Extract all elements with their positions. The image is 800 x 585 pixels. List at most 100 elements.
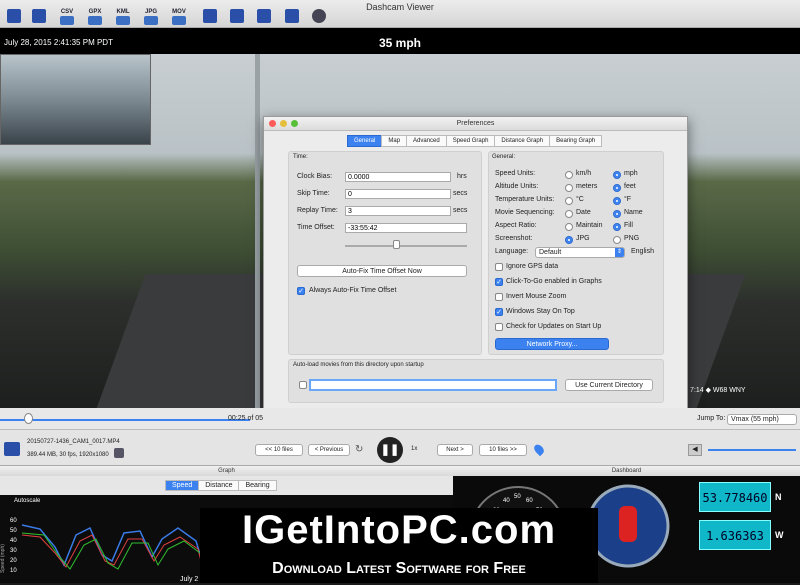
volume-slider[interactable]: [708, 449, 796, 451]
speed-kmh-label: km/h: [576, 170, 592, 177]
replay-icon[interactable]: ↻: [355, 444, 363, 455]
time-offset-field[interactable]: -33:55:42: [345, 223, 467, 233]
tab-bearing-graph[interactable]: Bearing Graph: [549, 135, 603, 147]
export-csv-button[interactable]: CSV: [56, 9, 78, 25]
autoload-checkbox[interactable]: [299, 381, 307, 389]
longitude-direction: W: [775, 530, 784, 540]
download-arrow-icon: [60, 16, 74, 25]
watermark-title: IGetIntoPC.com: [241, 508, 557, 552]
export-gpx-button[interactable]: GPX: [84, 9, 106, 25]
ignore-gps-checkbox[interactable]: [495, 263, 503, 271]
next-10-files-button[interactable]: 10 files >>: [479, 444, 527, 456]
screenshot-label: Screenshot:: [495, 235, 533, 242]
aspect-fill-radio[interactable]: [613, 223, 621, 231]
time-offset-slider-knob[interactable]: [393, 240, 401, 249]
check-updates-checkbox[interactable]: [495, 323, 503, 331]
watermark-subtitle: Download Latest Software for Free: [272, 560, 526, 577]
tab-map[interactable]: Map: [381, 135, 408, 147]
speed-kmh-radio[interactable]: [565, 171, 573, 179]
screenshot-png-label: PNG: [624, 235, 640, 242]
autoscale-label[interactable]: Autoscale: [14, 498, 40, 504]
timeline-knob[interactable]: [24, 413, 33, 424]
fullscreen-button[interactable]: [281, 9, 303, 25]
timeline-scrubber[interactable]: 00:25 of 05 Jump To: Vmax (55 mph): [0, 408, 800, 430]
close-window-icon[interactable]: [269, 120, 276, 127]
aspect-maintain-radio[interactable]: [565, 223, 573, 231]
sequencing-date-radio[interactable]: [565, 210, 573, 218]
pause-button[interactable]: ❚❚: [377, 437, 403, 463]
y-tick-60: 60: [10, 518, 17, 524]
previous-button[interactable]: < Previous: [308, 444, 350, 456]
clock-bias-unit: hrs: [457, 173, 467, 180]
snapshot-button[interactable]: [253, 9, 275, 25]
speed-units-label: Speed Units:: [495, 170, 536, 177]
time-group: Time: Clock Bias: 0.0000 hrs Skip Time: …: [288, 151, 482, 355]
skip-time-field[interactable]: 0: [345, 189, 451, 199]
current-filename: 20150727-1436_CAM1_0017.MP4: [27, 439, 120, 445]
autoload-directory-field[interactable]: [309, 379, 557, 391]
temp-celsius-radio[interactable]: [565, 197, 573, 205]
playback-speed[interactable]: 1x: [411, 446, 417, 452]
graph-tab-speed[interactable]: Speed: [165, 480, 200, 491]
screenshot-png-radio[interactable]: [613, 236, 621, 244]
preferences-title-bar: Preferences: [264, 117, 687, 131]
export-jpg-button[interactable]: JPG: [140, 9, 162, 25]
settings-button[interactable]: [308, 9, 330, 25]
minimize-window-icon[interactable]: [280, 120, 287, 127]
tab-distance-graph[interactable]: Distance Graph: [494, 135, 551, 147]
x-axis-date-label: July 2: [180, 576, 198, 583]
jump-to-label: Jump To:: [697, 415, 726, 422]
graph-tab-bearing[interactable]: Bearing: [238, 480, 277, 491]
autoload-label: Auto-load movies from this directory upo…: [293, 362, 424, 368]
network-proxy-button[interactable]: Network Proxy...: [495, 338, 609, 350]
tab-speed-graph[interactable]: Speed Graph: [445, 135, 496, 147]
open-folder-button[interactable]: [3, 9, 25, 25]
windows-stay-on-top-checkbox[interactable]: ✓: [495, 308, 503, 316]
auto-fix-time-offset-button[interactable]: Auto-Fix Time Offset Now: [297, 265, 467, 277]
next-button[interactable]: Next >: [437, 444, 473, 456]
save-icon[interactable]: [114, 448, 124, 458]
always-auto-fix-checkbox[interactable]: ✓: [297, 287, 305, 295]
general-group: General: Speed Units: km/h mph Altitude …: [488, 151, 664, 355]
replay-time-field[interactable]: 3: [345, 206, 451, 216]
sequencing-name-radio[interactable]: [613, 210, 621, 218]
altitude-feet-radio[interactable]: [613, 184, 621, 192]
volume-icon[interactable]: ◀: [688, 444, 702, 456]
export-kml-button[interactable]: KML: [112, 9, 134, 25]
always-auto-fix-label: Always Auto-Fix Time Offset: [309, 287, 397, 294]
trim-button[interactable]: [199, 9, 221, 25]
temp-celsius-label: °C: [576, 196, 584, 203]
invert-mouse-zoom-checkbox[interactable]: [495, 293, 503, 301]
time-section-label: Time:: [293, 154, 308, 160]
open-files-button[interactable]: [28, 9, 50, 25]
tab-general[interactable]: General: [347, 135, 383, 147]
windows-stay-on-top-label: Windows Stay On Top: [506, 308, 575, 315]
screenshot-jpg-label: JPG: [576, 235, 590, 242]
video-info-strip: July 28, 2015 2:41:35 PM PDT 35 mph: [0, 28, 800, 54]
camera-icon: [257, 9, 271, 23]
screenshot-jpg-radio[interactable]: [565, 236, 573, 244]
language-select[interactable]: Default ⇕: [535, 247, 625, 258]
speed-mph-radio[interactable]: [613, 171, 621, 179]
playback-time: 00:25 of 05: [228, 415, 264, 422]
map-pin-icon[interactable]: [532, 442, 546, 457]
jump-to-select[interactable]: Vmax (55 mph): [727, 414, 797, 425]
zoom-window-icon[interactable]: [291, 120, 298, 127]
click-to-go-checkbox[interactable]: ✓: [495, 278, 503, 286]
graph-tab-distance[interactable]: Distance: [198, 480, 240, 491]
graph-tabs: Speed Distance Bearing: [165, 480, 277, 491]
clock-bias-field[interactable]: 0.0000: [345, 172, 451, 182]
movie-sequencing-label: Movie Sequencing:: [495, 209, 555, 216]
sequencing-name-label: Name: [624, 209, 643, 216]
export-mov-button[interactable]: MOV: [168, 9, 190, 25]
temp-fahrenheit-radio[interactable]: [613, 197, 621, 205]
prev-10-files-button[interactable]: << 10 files: [255, 444, 303, 456]
altitude-meters-radio[interactable]: [565, 184, 573, 192]
preferences-title: Preferences: [456, 120, 495, 127]
skip-time-label: Skip Time:: [297, 190, 330, 197]
terminal-button[interactable]: [226, 9, 248, 25]
tab-advanced[interactable]: Advanced: [406, 135, 447, 147]
use-current-directory-button[interactable]: Use Current Directory: [565, 379, 653, 391]
clock-bias-label: Clock Bias:: [297, 173, 333, 180]
rear-camera-pip[interactable]: [0, 54, 151, 145]
